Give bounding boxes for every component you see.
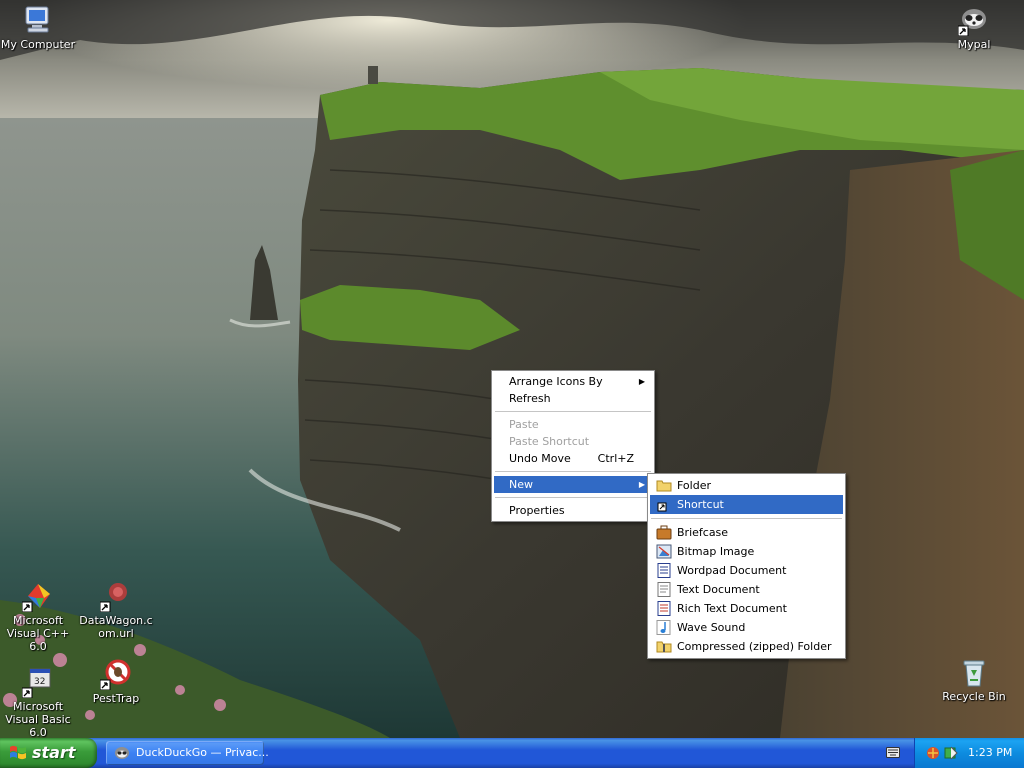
desktop-icon-label: Microsoft Visual C++ 6.0 xyxy=(6,614,70,653)
menu-item-paste[interactable]: Paste xyxy=(494,416,652,433)
submenu-item-wordpad-document[interactable]: Wordpad Document xyxy=(650,561,843,580)
keyboard-icon[interactable] xyxy=(886,747,900,758)
menu-item-refresh[interactable]: Refresh xyxy=(494,390,652,407)
menu-item-label: Refresh xyxy=(509,392,551,405)
desktop-icon-label: PestTrap xyxy=(92,692,140,705)
my-computer-icon xyxy=(22,4,54,36)
mypal-icon xyxy=(957,4,990,37)
desktop-icon-label: Microsoft Visual Basic 6.0 xyxy=(5,700,71,738)
taskbar-button-duckduckgo[interactable]: DuckDuckGo — Privac... xyxy=(106,741,269,765)
menu-item-new[interactable]: New ▶ xyxy=(494,476,652,493)
menu-item-label: Folder xyxy=(677,479,711,492)
submenu-item-text-document[interactable]: Text Document xyxy=(650,580,843,599)
rich-text-document-icon xyxy=(656,601,672,616)
desktop-icon-pesttrap[interactable]: PestTrap xyxy=(76,658,156,705)
text-document-icon xyxy=(656,582,672,597)
pesttrap-icon xyxy=(99,658,132,691)
desktop-icon-label: DataWagon.com.url xyxy=(79,614,153,640)
security-tray-icon[interactable] xyxy=(943,745,959,761)
desktop-icon-ms-visual-cpp[interactable]: Microsoft Visual C++ 6.0 xyxy=(0,580,78,653)
menu-item-properties[interactable]: Properties xyxy=(494,502,652,519)
menu-item-label: Compressed (zipped) Folder xyxy=(677,640,832,653)
menu-item-label: Paste Shortcut xyxy=(509,435,590,448)
zipped-folder-icon xyxy=(656,639,672,654)
clock[interactable]: 1:23 PM xyxy=(968,746,1012,759)
svg-text:32: 32 xyxy=(34,677,45,687)
folder-icon xyxy=(656,478,672,493)
start-button[interactable]: start xyxy=(0,738,97,768)
menu-item-label: New xyxy=(509,478,533,491)
submenu-item-compressed-folder[interactable]: Compressed (zipped) Folder xyxy=(650,637,843,656)
menu-item-label: Text Document xyxy=(677,583,760,596)
submenu-arrow-icon: ▶ xyxy=(638,480,645,489)
menu-item-label: Undo Move xyxy=(509,452,571,465)
menu-item-label: Arrange Icons By xyxy=(509,375,603,388)
desktop-icon-datawagon[interactable]: DataWagon.com.url xyxy=(76,580,156,640)
desktop-icon-mypal[interactable]: Mypal xyxy=(934,4,1014,51)
internet-shortcut-icon xyxy=(99,580,132,613)
desktop[interactable]: My Computer Mypal Microsoft Visual C++ 6… xyxy=(0,0,1024,738)
desktop-context-menu: Arrange Icons By ▶ Refresh Paste Paste S… xyxy=(491,370,655,522)
menu-item-label: Properties xyxy=(509,504,565,517)
desktop-icon-label: Recycle Bin xyxy=(942,690,1006,703)
wordpad-document-icon xyxy=(656,563,672,578)
taskbar: start DuckDuckGo — Privac... 1:23 PM xyxy=(0,738,1024,768)
network-tray-icon[interactable] xyxy=(925,745,941,761)
menu-separator xyxy=(495,411,651,412)
desktop-icon-ms-visual-basic[interactable]: 32 Microsoft Visual Basic 6.0 xyxy=(0,666,78,738)
menu-separator xyxy=(651,518,842,519)
menu-separator xyxy=(495,471,651,472)
menu-item-label: Paste xyxy=(509,418,539,431)
menu-item-label: Wordpad Document xyxy=(677,564,787,577)
recycle-bin-icon xyxy=(958,656,990,688)
menu-item-label: Shortcut xyxy=(677,498,724,511)
menu-item-label: Briefcase xyxy=(677,526,729,539)
system-tray: 1:23 PM xyxy=(914,738,1024,768)
bitmap-image-icon xyxy=(656,544,672,559)
menu-item-undo-move[interactable]: Undo Move Ctrl+Z xyxy=(494,450,652,467)
menu-item-accelerator: Ctrl+Z xyxy=(597,452,634,465)
new-submenu: Folder Shortcut Briefcase Bitmap Image W… xyxy=(647,473,846,659)
desktop-icon-label: My Computer xyxy=(0,38,76,51)
submenu-item-rich-text-document[interactable]: Rich Text Document xyxy=(650,599,843,618)
submenu-item-shortcut[interactable]: Shortcut xyxy=(650,495,843,514)
briefcase-icon xyxy=(656,525,672,540)
menu-item-arrange-icons-by[interactable]: Arrange Icons By ▶ xyxy=(494,373,652,390)
desktop-icon-recycle-bin[interactable]: Recycle Bin xyxy=(934,656,1014,703)
taskbar-button-label: DuckDuckGo — Privac... xyxy=(136,746,269,759)
desktop-icon-label: Mypal xyxy=(957,38,991,51)
submenu-arrow-icon: ▶ xyxy=(638,377,645,386)
submenu-item-wave-sound[interactable]: Wave Sound xyxy=(650,618,843,637)
windows-logo-icon xyxy=(9,744,27,762)
submenu-item-folder[interactable]: Folder xyxy=(650,476,843,495)
menu-separator xyxy=(495,497,651,498)
visual-cpp-icon xyxy=(21,580,54,613)
visual-basic-icon: 32 xyxy=(21,666,54,699)
desktop-icon-my-computer[interactable]: My Computer xyxy=(0,4,78,51)
submenu-item-briefcase[interactable]: Briefcase xyxy=(650,523,843,542)
wave-sound-icon xyxy=(656,620,672,635)
start-label: start xyxy=(32,743,76,762)
menu-item-label: Bitmap Image xyxy=(677,545,755,558)
shortcut-icon xyxy=(656,497,672,512)
menu-item-label: Rich Text Document xyxy=(677,602,787,615)
menu-item-paste-shortcut[interactable]: Paste Shortcut xyxy=(494,433,652,450)
menu-item-label: Wave Sound xyxy=(677,621,746,634)
submenu-item-bitmap-image[interactable]: Bitmap Image xyxy=(650,542,843,561)
mypal-browser-icon xyxy=(114,745,130,761)
